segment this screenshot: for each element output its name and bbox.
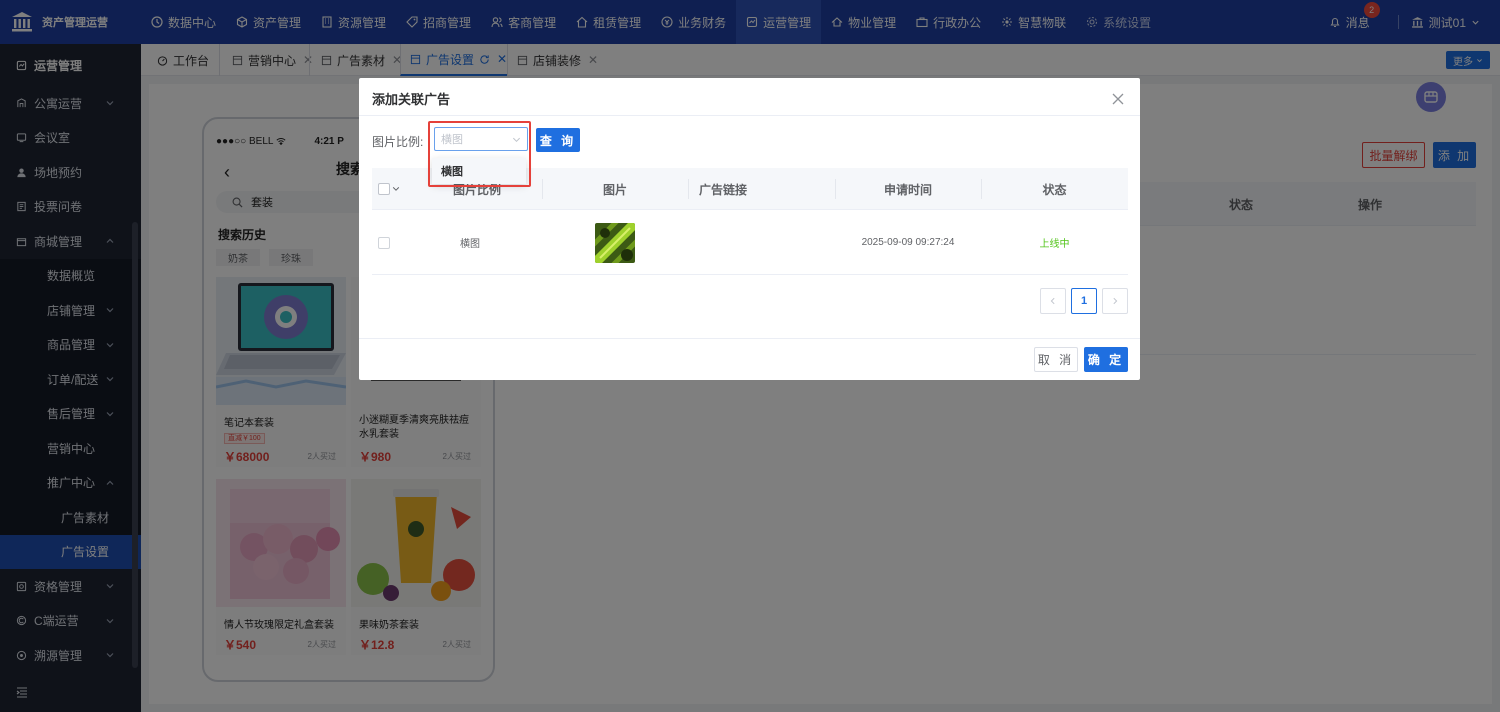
cell-ratio: 横图	[460, 239, 480, 250]
dialog-header: 添加关联广告	[359, 78, 1140, 116]
column-header-time: 申请时间	[883, 182, 932, 197]
query-button[interactable]: 查 询	[536, 128, 580, 152]
column-header-image: 图片	[602, 182, 627, 197]
ad-thumbnail[interactable]	[595, 222, 635, 263]
chevron-left-icon	[1050, 297, 1055, 305]
chevron-down-icon[interactable]	[392, 185, 400, 193]
confirm-button[interactable]: 确 定	[1084, 347, 1128, 372]
column-header-link: 广告链接	[698, 182, 747, 197]
chevron-right-icon	[1113, 297, 1118, 305]
prev-page-button[interactable]	[1040, 288, 1066, 314]
next-page-button[interactable]	[1102, 288, 1128, 314]
row-checkbox[interactable]	[378, 237, 390, 249]
page-number-button[interactable]: 1	[1071, 288, 1097, 314]
select-all-checkbox[interactable]	[378, 183, 390, 195]
status-badge: 上线中	[1039, 239, 1070, 250]
cell-apply-time: 2025-09-09 09:27:24	[861, 237, 955, 248]
cell-link	[688, 210, 835, 275]
highlight-box	[428, 121, 531, 187]
cancel-button[interactable]: 取 消	[1034, 347, 1078, 372]
column-header-status: 状态	[1042, 182, 1067, 197]
image-ratio-label: 图片比例:	[372, 135, 424, 149]
close-icon[interactable]	[1112, 93, 1124, 105]
cell-status: 上线中	[981, 210, 1128, 275]
leaf-image	[595, 222, 635, 263]
table-row[interactable]: 横图 2025-09-09 09:27:24 上线中	[372, 210, 1128, 275]
cell-image	[542, 210, 688, 275]
dialog-title: 添加关联广告	[372, 92, 451, 107]
dialog-footer-divider	[359, 338, 1140, 339]
